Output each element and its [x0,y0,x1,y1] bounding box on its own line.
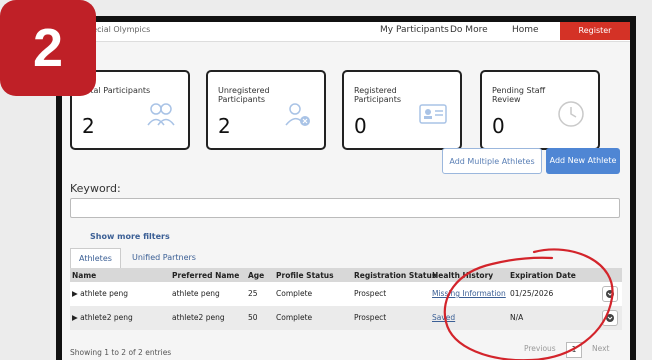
clock-icon [558,101,584,127]
tab-athletes[interactable]: Athletes [70,248,121,268]
card-title: Unregistered Participants [218,86,270,104]
add-new-athlete-button[interactable]: Add New Athlete [546,148,620,174]
cell-name[interactable]: ▶ athlete peng [72,289,128,298]
column-header-profile-status[interactable]: Profile Status [276,271,334,280]
nav-link-home[interactable]: Home [512,25,539,35]
cell-profile-status: Complete [276,289,313,298]
user-remove-icon [285,103,310,126]
column-header-age[interactable]: Age [248,271,264,280]
top-nav: Special Olympics My Participants Do More… [62,22,630,42]
card-value: 0 [492,114,505,138]
cell-profile-status: Complete [276,313,313,322]
cell-registration-status: Prospect [354,313,387,322]
tab-unified-partners[interactable]: Unified Partners [124,248,204,268]
cell-age: 50 [248,313,258,322]
card-value: 2 [218,114,231,138]
nav-cta-button[interactable]: Register [560,22,630,40]
id-card-icon [419,104,447,124]
card-registered-participants[interactable]: Registered Participants 0 [342,70,462,150]
cell-age: 25 [248,289,258,298]
nav-link-do-more[interactable]: Do More [450,25,488,35]
card-title: Registered Participants [354,86,401,104]
card-value: 0 [354,114,367,138]
app-screen: Special Olympics My Participants Do More… [62,22,630,360]
pagination-info: Showing 1 to 2 of 2 entries [70,348,172,357]
keyword-label: Keyword: [70,182,121,195]
column-header-name[interactable]: Name [72,271,96,280]
cell-preferred-name: athlete peng [172,289,220,298]
show-more-filters-link[interactable]: Show more filters [90,232,170,241]
card-value: 2 [82,114,95,138]
annotation-circle [443,248,614,360]
column-header-preferred-name[interactable]: Preferred Name [172,271,239,280]
step-badge: 2 [0,0,96,96]
add-multiple-athletes-button[interactable]: Add Multiple Athletes [442,148,542,174]
group-icon [147,103,175,126]
nav-link-my-participants[interactable]: My Participants [380,25,449,35]
cell-registration-status: Prospect [354,289,387,298]
cell-name[interactable]: ▶ athlete2 peng [72,313,133,322]
card-pending-staff-review[interactable]: Pending Staff Review 0 [480,70,600,150]
card-unregistered-participants[interactable]: Unregistered Participants 2 [206,70,326,150]
keyword-input[interactable] [70,198,620,218]
cell-preferred-name: athlete2 peng [172,313,225,322]
card-title: Pending Staff Review [492,86,546,104]
